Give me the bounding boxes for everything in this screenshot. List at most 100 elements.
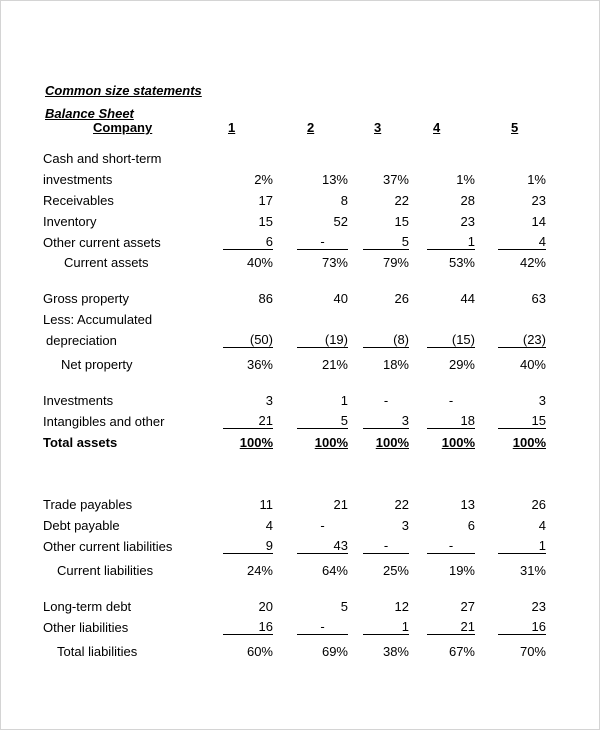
cell-company-4: 6 bbox=[467, 518, 475, 533]
cell-company-1: 9 bbox=[223, 539, 273, 554]
cell-company-3: 5 bbox=[363, 235, 409, 250]
row-label: Inventory bbox=[43, 214, 97, 229]
cell-company-1: 11 bbox=[259, 497, 274, 512]
cell-company-3: (8) bbox=[363, 333, 409, 348]
cell-company-3: 12 bbox=[394, 599, 409, 614]
row-label: Intangibles and other bbox=[43, 414, 165, 429]
cell-company-1: 24% bbox=[246, 563, 273, 578]
cell-company-5: 42% bbox=[519, 255, 546, 270]
cell-company-5: 63 bbox=[531, 291, 546, 306]
table-row: Debt payable 4 - 3 6 4 bbox=[1, 518, 600, 536]
table-row: Less: Accumulated bbox=[1, 312, 600, 330]
cell-company-5: 40% bbox=[519, 357, 546, 372]
table-row: Receivables 17 8 22 28 23 bbox=[1, 193, 600, 211]
row-label: Other current liabilities bbox=[43, 539, 173, 554]
row-label: Cash and short-term bbox=[43, 151, 162, 166]
table-row: Net property 36% 21% 18% 29% 40% bbox=[1, 357, 600, 375]
document-title: Common size statements bbox=[45, 83, 202, 98]
row-label: Total assets bbox=[43, 435, 118, 450]
cell-company-3: 79% bbox=[382, 255, 409, 270]
cell-company-3: 1 bbox=[363, 620, 409, 635]
cell-company-2: - bbox=[297, 235, 348, 250]
header-col-5: 5 bbox=[511, 120, 519, 135]
header-col-2: 2 bbox=[307, 120, 315, 135]
cell-company-5: 31% bbox=[519, 563, 546, 578]
cell-company-5: 4 bbox=[498, 235, 546, 250]
cell-company-2: 100% bbox=[314, 435, 348, 450]
table-row: Investments 3 1 - - 3 bbox=[1, 393, 600, 411]
cell-company-2: 69% bbox=[321, 644, 348, 659]
cell-company-1: (50) bbox=[223, 333, 273, 348]
cell-company-2: 21% bbox=[321, 357, 348, 372]
cell-company-5: 1 bbox=[498, 539, 546, 554]
header-company: Company bbox=[93, 120, 153, 135]
cell-company-1: 6 bbox=[223, 235, 273, 250]
cell-company-3: 100% bbox=[375, 435, 409, 450]
table-row: Other current assets 6 -5 1 4 bbox=[1, 235, 600, 253]
cell-company-5: 14 bbox=[531, 214, 546, 229]
cell-company-1: 16 bbox=[223, 620, 273, 635]
cell-company-2: (19) bbox=[297, 333, 348, 348]
row-label: Long-term debt bbox=[43, 599, 132, 614]
cell-company-3: 3 bbox=[363, 414, 409, 429]
row-label: Other liabilities bbox=[43, 620, 129, 635]
table-row: Cash and short-term bbox=[1, 151, 600, 169]
table-row: Other liabilities 16 -1 21 16 bbox=[1, 620, 600, 638]
cell-company-4: - bbox=[448, 393, 454, 408]
cell-company-5: 4 bbox=[538, 518, 546, 533]
cell-company-2: 73% bbox=[321, 255, 348, 270]
document-subtitle: Balance Sheet bbox=[45, 106, 134, 121]
cell-company-3: - bbox=[363, 539, 409, 554]
cell-company-3: 37% bbox=[382, 172, 409, 187]
cell-company-2: 40 bbox=[333, 291, 348, 306]
table-row: Gross property 86 40 26 44 63 bbox=[1, 291, 600, 309]
table-row: Total liabilities 60% 69% 38% 67% 70% bbox=[1, 644, 600, 662]
cell-company-5: 1% bbox=[527, 172, 546, 187]
document-page: Common size statements Balance Sheet Com… bbox=[0, 0, 600, 730]
row-label: Trade payables bbox=[43, 497, 133, 512]
cell-company-3: 18% bbox=[382, 357, 409, 372]
cell-company-4: - bbox=[427, 539, 475, 554]
cell-company-2: 5 bbox=[297, 414, 348, 429]
cell-company-5: 70% bbox=[519, 644, 546, 659]
cell-company-2: 5 bbox=[340, 599, 348, 614]
cell-company-5: (23) bbox=[498, 333, 546, 348]
cell-company-2: 21 bbox=[333, 497, 348, 512]
table-row: Current assets 40% 73% 79% 53% 42% bbox=[1, 255, 600, 273]
table-row: depreciation (50) (19) (8) (15) (23) bbox=[1, 333, 600, 351]
row-label: Current liabilities bbox=[57, 563, 154, 578]
cell-company-5: 15 bbox=[498, 414, 546, 429]
cell-company-2: 52 bbox=[333, 214, 348, 229]
cell-company-5: 100% bbox=[512, 435, 546, 450]
cell-company-3: 26 bbox=[394, 291, 409, 306]
row-label: Current assets bbox=[64, 255, 149, 270]
cell-company-2: 13% bbox=[321, 172, 348, 187]
row-label: Total liabilities bbox=[57, 644, 138, 659]
cell-company-2: 43 bbox=[297, 539, 348, 554]
cell-company-3: 25% bbox=[382, 563, 409, 578]
cell-company-1: 15 bbox=[258, 214, 273, 229]
cell-company-4: (15) bbox=[427, 333, 475, 348]
cell-company-2: 64% bbox=[321, 563, 348, 578]
row-label: Debt payable bbox=[43, 518, 120, 533]
cell-company-1: 20 bbox=[258, 599, 273, 614]
row-label: Receivables bbox=[43, 193, 114, 208]
row-label: Other current assets bbox=[43, 235, 161, 250]
cell-company-1: 100% bbox=[239, 435, 273, 450]
table-row: Current liabilities 24% 64% 25% 19% 31% bbox=[1, 563, 600, 581]
cell-company-1: 17 bbox=[258, 193, 273, 208]
cell-company-1: 86 bbox=[258, 291, 273, 306]
cell-company-5: 26 bbox=[531, 497, 546, 512]
row-label: Net property bbox=[61, 357, 133, 372]
cell-company-3: 22 bbox=[394, 193, 409, 208]
cell-company-4: 28 bbox=[460, 193, 475, 208]
cell-company-5: 3 bbox=[538, 393, 546, 408]
cell-company-3: 3 bbox=[401, 518, 409, 533]
cell-company-5: 23 bbox=[531, 599, 546, 614]
row-label: depreciation bbox=[46, 333, 117, 348]
cell-company-4: 21 bbox=[427, 620, 475, 635]
cell-company-2: - bbox=[297, 620, 348, 635]
cell-company-1: 40% bbox=[246, 255, 273, 270]
cell-company-2: 8 bbox=[340, 193, 348, 208]
cell-company-1: 21 bbox=[223, 414, 273, 429]
